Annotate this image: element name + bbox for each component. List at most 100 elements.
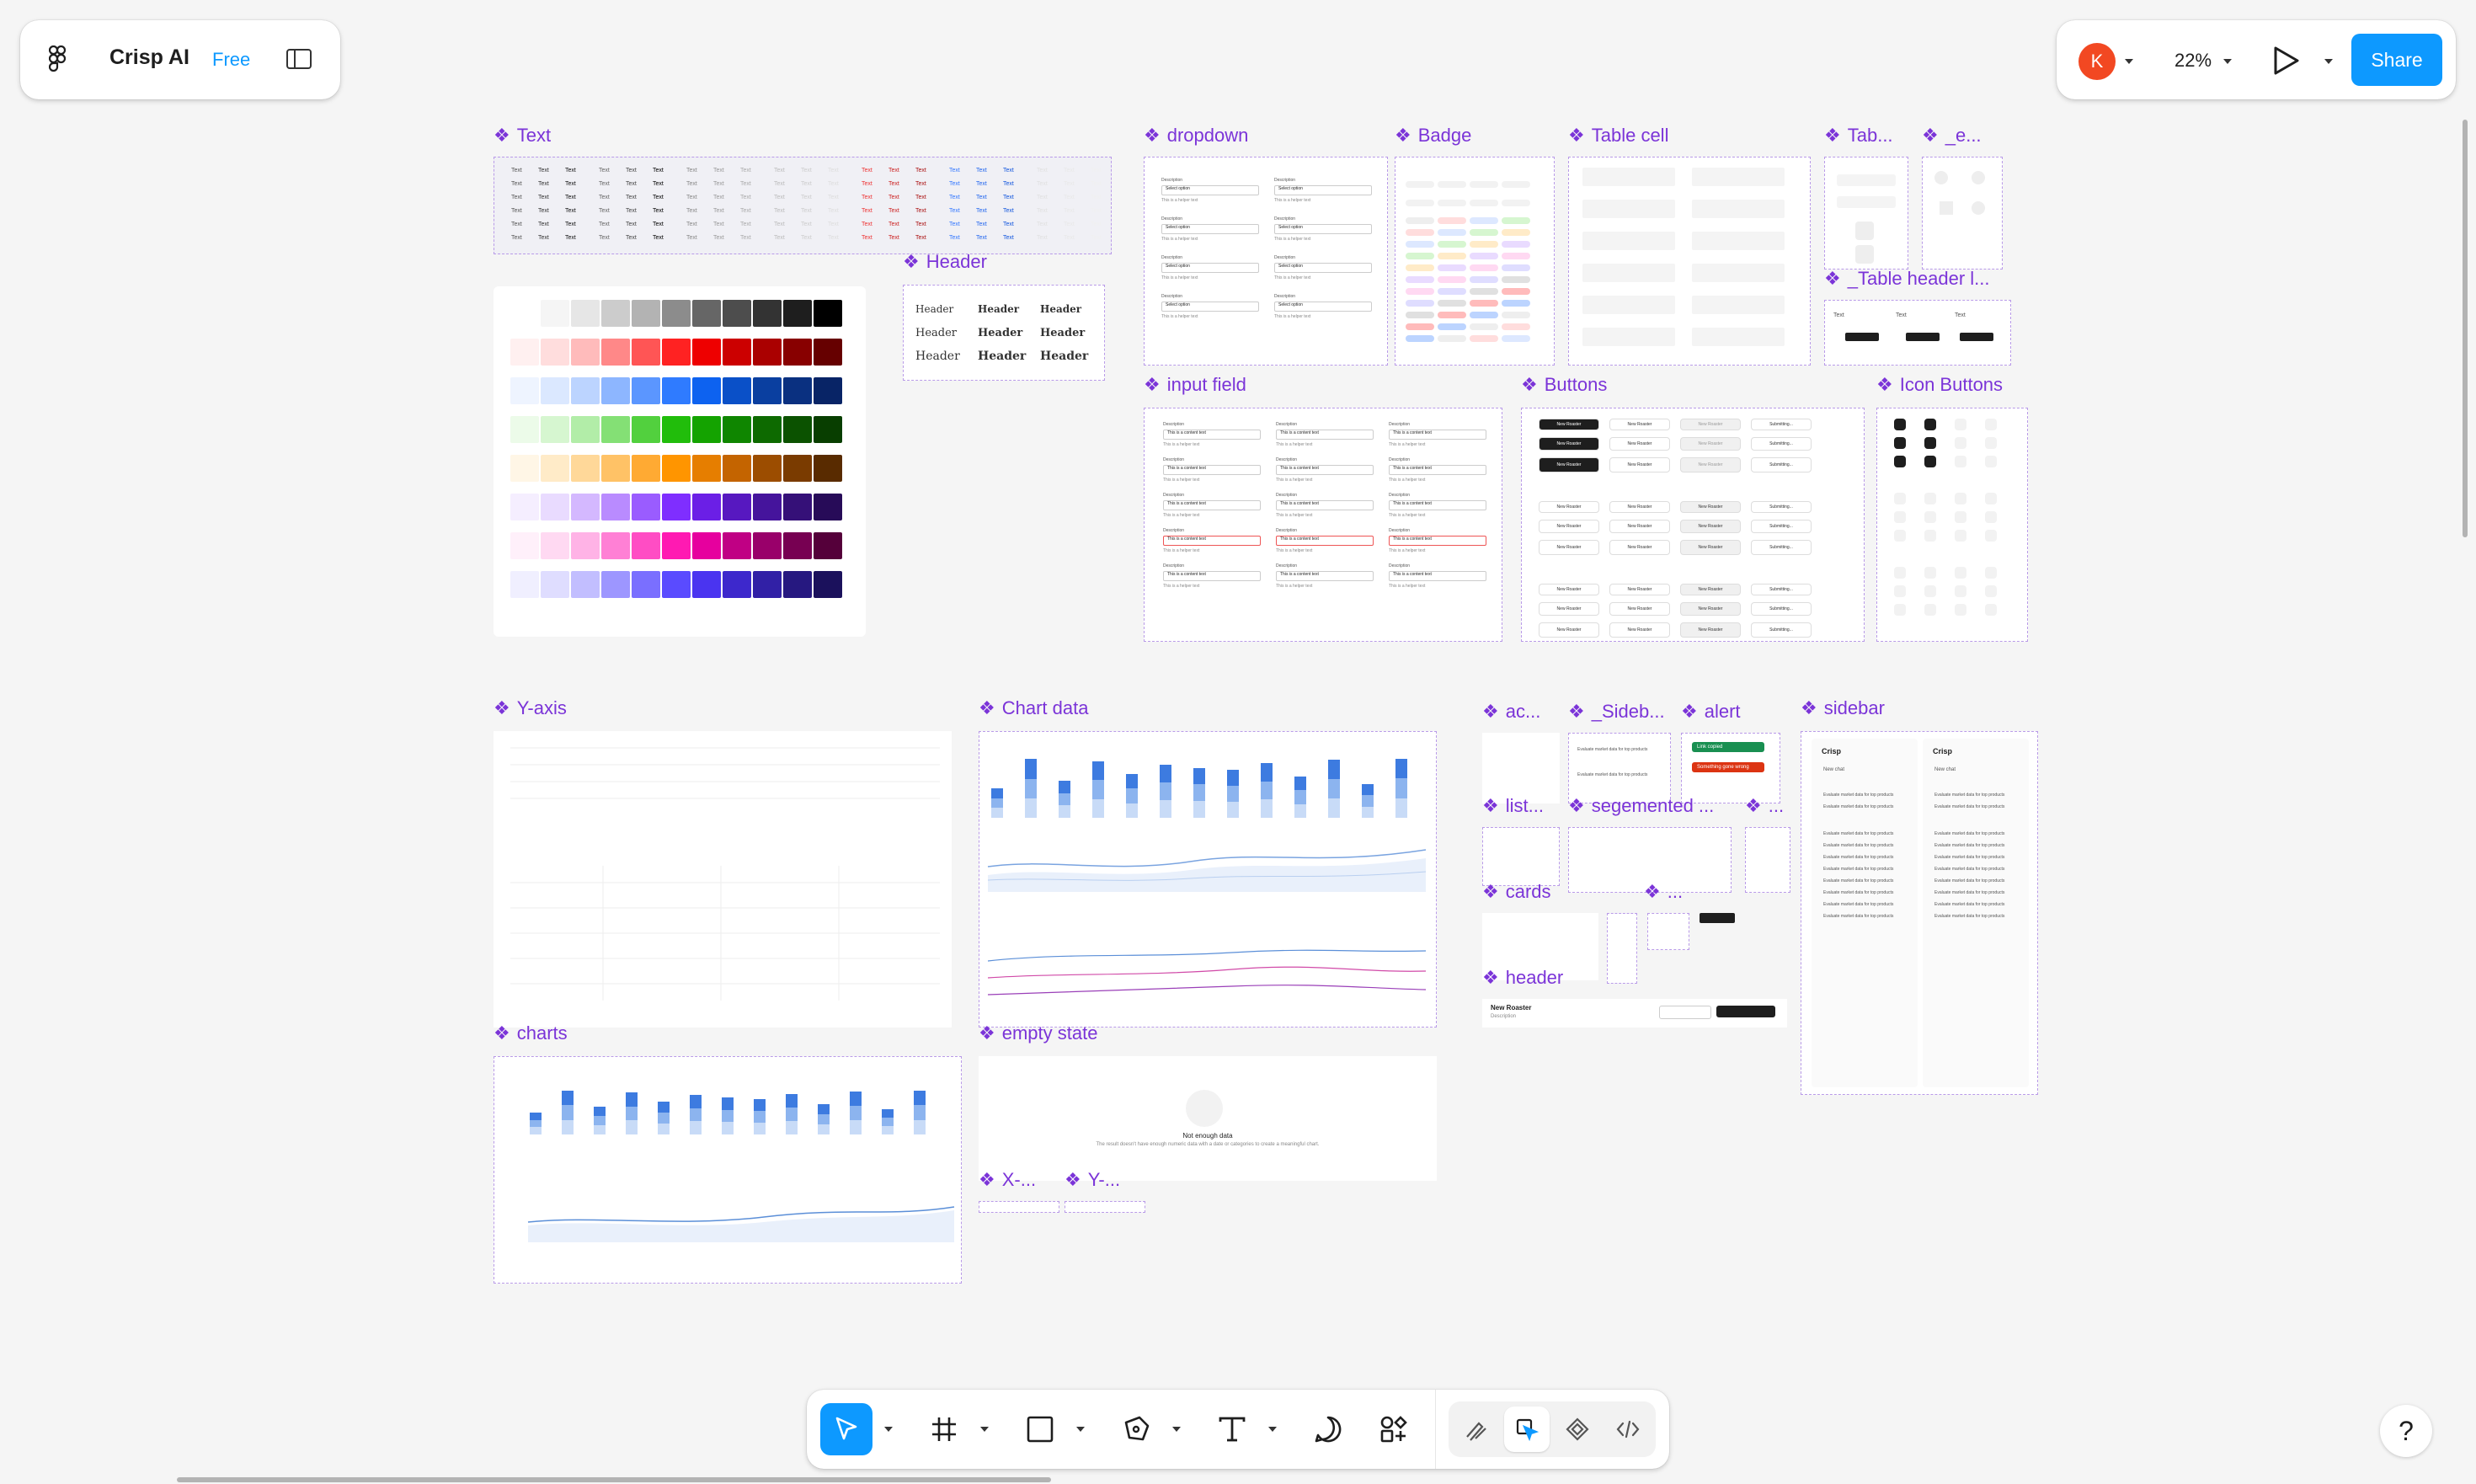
component-mode-button[interactable] — [1555, 1407, 1600, 1452]
frame-buttons[interactable]: New Roaster New Roaster New Roaster Submitt… — [1521, 408, 1865, 642]
frame-label-dots2[interactable]: ❖... — [1644, 881, 1683, 903]
frame-label-buttons[interactable]: ❖ Buttons — [1521, 374, 1607, 396]
frame-label-segmented[interactable]: ❖ segemented ... — [1568, 795, 1714, 817]
move-chevron-down-icon[interactable] — [884, 1427, 893, 1432]
shape-chevron-down-icon[interactable] — [1076, 1427, 1085, 1432]
frame-color-palette[interactable] — [494, 286, 866, 637]
sidebar-toggle-icon[interactable] — [286, 49, 312, 69]
palette-swatch — [541, 300, 569, 327]
frame-label-dropdown[interactable]: ❖ dropdown — [1144, 125, 1248, 147]
frame-y-axis[interactable] — [494, 731, 952, 1028]
frame-label-table-cell[interactable]: ❖ Table cell — [1568, 125, 1668, 147]
frame-label-y-axis-small[interactable]: ❖ Y-... — [1065, 1169, 1120, 1191]
vertical-scrollbar[interactable] — [2463, 120, 2468, 537]
frame-x-axis-small[interactable] — [979, 1201, 1059, 1213]
zoom-chevron-down-icon[interactable] — [2223, 59, 2232, 64]
sidebar-item: Evaluate market data for top products — [1823, 855, 1894, 860]
frame-label-charts[interactable]: ❖ charts — [494, 1022, 568, 1044]
avatar[interactable]: K — [2078, 43, 2116, 80]
dropdown-sample: Description Select option This is a helper… — [1274, 294, 1372, 319]
frame-label-list[interactable]: ❖ list... — [1482, 795, 1544, 817]
frame-label-sidebar[interactable]: ❖ sidebar — [1801, 697, 1885, 719]
frame-tab[interactable] — [1824, 157, 1908, 270]
frame-label-sideb[interactable]: ❖ _Sideb... — [1568, 701, 1665, 723]
frame-empty-state[interactable]: Not enough data The result doesn't have … — [979, 1056, 1437, 1181]
frame-label-header[interactable]: ❖ Header — [903, 251, 987, 273]
actions-tool-button[interactable] — [1368, 1403, 1420, 1455]
frame-tool-button[interactable] — [918, 1403, 970, 1455]
shape-tool-button[interactable] — [1014, 1403, 1066, 1455]
frame-charts[interactable] — [494, 1056, 962, 1284]
frame-input-field[interactable]: Description This is a content text This is… — [1144, 408, 1502, 642]
move-tool-button[interactable] — [820, 1403, 872, 1455]
input-label: Description — [1276, 457, 1298, 462]
frame-header2[interactable]: New Roaster Description — [1482, 999, 1787, 1028]
frame-text[interactable]: Text Text Text Text Text Text Text Text Text Text… — [494, 157, 1112, 254]
text-sample: Text — [653, 208, 664, 214]
text-sample: Text — [565, 181, 576, 187]
frame-dropdown[interactable]: Description Select option This is a helper… — [1144, 157, 1388, 366]
frame-label-dots1[interactable]: ❖... — [1745, 795, 1784, 817]
frame-dots2[interactable] — [1647, 913, 1689, 950]
frame-dots1[interactable] — [1745, 827, 1790, 893]
frame-ac[interactable] — [1482, 733, 1560, 803]
dev-mode-button[interactable] — [1605, 1407, 1651, 1452]
frame-sideb[interactable]: Evaluate market data for top products Ev… — [1568, 733, 1671, 803]
frame-label-badge[interactable]: ❖ Badge — [1395, 125, 1471, 147]
horizontal-scrollbar[interactable] — [177, 1477, 1051, 1482]
frame-e[interactable] — [1922, 157, 2003, 270]
play-icon[interactable] — [2272, 45, 2301, 80]
text-sample: Text — [801, 222, 812, 227]
frame-label-input-field[interactable]: ❖ input field — [1144, 374, 1246, 396]
frame-label-alert[interactable]: ❖ alert — [1681, 701, 1741, 723]
input-sample: Description This is a content text This is… — [1163, 563, 1261, 589]
sample-button: New Roaster — [1539, 501, 1599, 513]
frame-table-cell[interactable] — [1568, 157, 1811, 366]
text-sample: Text — [774, 208, 785, 214]
frame-table-header[interactable]: Text Text Text — [1824, 300, 2011, 366]
frame-chevron-down-icon[interactable] — [980, 1427, 989, 1432]
frame-label-empty-state[interactable]: ❖ empty state — [979, 1022, 1097, 1044]
frame-chart-data[interactable] — [979, 731, 1437, 1028]
frame-label-chart-data[interactable]: ❖ Chart data — [979, 697, 1088, 719]
palette-row — [510, 532, 842, 559]
frame-sidebar[interactable]: Crisp New chat Evaluate market data for to… — [1801, 731, 2038, 1095]
frame-icon-buttons[interactable] — [1876, 408, 2028, 642]
frame-list[interactable] — [1482, 827, 1560, 886]
zoom-level[interactable]: 22% — [2175, 50, 2212, 72]
frame-label-header2[interactable]: ❖ header — [1482, 967, 1563, 989]
design-mode-button[interactable] — [1504, 1407, 1550, 1452]
badge — [1438, 323, 1466, 330]
file-name[interactable]: Crisp AI — [109, 45, 189, 70]
pen-chevron-down-icon[interactable] — [1172, 1427, 1181, 1432]
frame-label-text[interactable]: ❖ Text — [494, 125, 551, 147]
sample-button: Submitting... — [1751, 437, 1812, 451]
plan-badge[interactable]: Free — [212, 49, 250, 71]
frame-label-icon-buttons[interactable]: ❖ Icon Buttons — [1876, 374, 2003, 396]
text-sample: Text — [599, 235, 610, 241]
text-sample: Text — [626, 168, 637, 173]
frame-label-y-axis[interactable]: ❖ Y-axis — [494, 697, 567, 719]
text-chevron-down-icon[interactable] — [1268, 1427, 1277, 1432]
frame-label-table-header[interactable]: ❖ _Table header l... — [1824, 268, 1990, 290]
draw-mode-button[interactable] — [1454, 1407, 1499, 1452]
comment-tool-button[interactable] — [1302, 1403, 1354, 1455]
frame-alert[interactable]: Link copied Something gone wrong — [1681, 733, 1780, 803]
frame-badge[interactable] — [1395, 157, 1555, 366]
frame-label-ac[interactable]: ❖ ac... — [1482, 701, 1540, 723]
present-chevron-down-icon[interactable] — [2324, 59, 2333, 64]
pen-tool-button[interactable] — [1110, 1403, 1162, 1455]
frame-label-e[interactable]: ❖ _e... — [1922, 125, 1982, 147]
frame-label-tab[interactable]: ❖ Tab... — [1824, 125, 1893, 147]
palette-swatch — [541, 494, 569, 520]
frame-header[interactable]: Header Header Header Header Header Header Head… — [903, 285, 1105, 381]
frame-label-x-axis-small[interactable]: ❖ X-... — [979, 1169, 1036, 1191]
share-button[interactable]: Share — [2351, 34, 2442, 86]
help-button[interactable]: ? — [2380, 1405, 2432, 1457]
text-tool-button[interactable] — [1206, 1403, 1258, 1455]
figma-logo-icon[interactable] — [48, 45, 72, 76]
frame-label-cards[interactable]: ❖ cards — [1482, 881, 1551, 903]
avatar-chevron-down-icon[interactable] — [2125, 59, 2133, 64]
frame-y-axis-small[interactable] — [1065, 1201, 1145, 1213]
frame-avatars[interactable] — [1607, 913, 1637, 984]
